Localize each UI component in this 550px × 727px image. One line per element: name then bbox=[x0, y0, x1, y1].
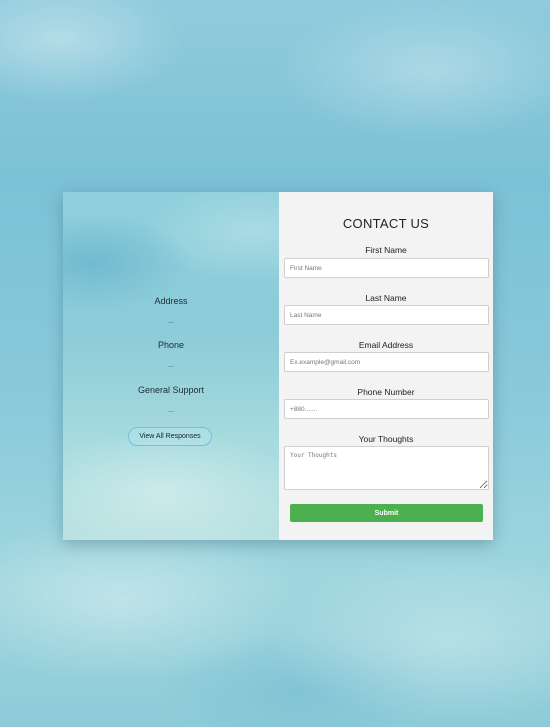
phone-label: Phone bbox=[157, 340, 185, 350]
form-title: CONTACT US bbox=[342, 216, 430, 231]
first-name-label: First Name bbox=[365, 245, 407, 255]
phone-number-label: Phone Number bbox=[357, 387, 415, 397]
address-label: Address bbox=[154, 296, 188, 306]
last-name-label: Last Name bbox=[365, 293, 407, 303]
contact-card: Address ... Phone ... General Support ..… bbox=[63, 192, 493, 540]
email-label: Email Address bbox=[358, 340, 414, 350]
support-label: General Support bbox=[137, 385, 205, 395]
email-input[interactable] bbox=[284, 352, 489, 372]
contact-info-panel: Address ... Phone ... General Support ..… bbox=[63, 192, 279, 540]
thoughts-label: Your Thoughts bbox=[358, 434, 414, 444]
address-value: ... bbox=[168, 318, 174, 325]
phone-value: ... bbox=[168, 362, 174, 369]
first-name-input[interactable] bbox=[284, 258, 489, 278]
submit-button[interactable]: Submit bbox=[290, 504, 483, 522]
contact-form: CONTACT US First Name Last Name Email Ad… bbox=[279, 192, 493, 540]
view-all-responses-button[interactable]: View All Responses bbox=[128, 427, 212, 446]
support-value: ... bbox=[168, 407, 174, 414]
page-background: { "info": { "address_label": "Address", … bbox=[0, 0, 550, 727]
last-name-input[interactable] bbox=[284, 305, 489, 325]
phone-number-input[interactable] bbox=[284, 399, 489, 419]
thoughts-textarea[interactable] bbox=[284, 446, 489, 490]
